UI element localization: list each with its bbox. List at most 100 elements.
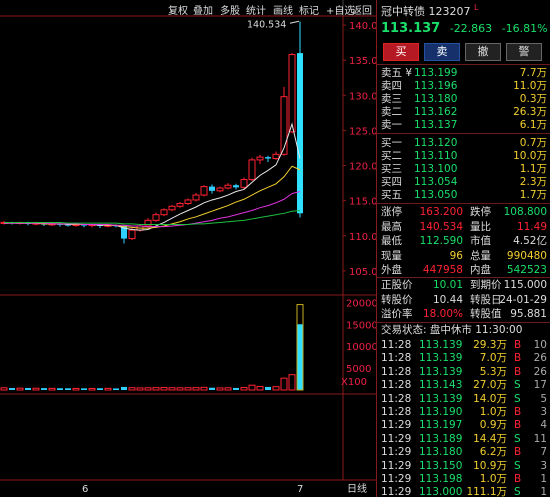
volume-bar	[104, 387, 112, 391]
volume-bar	[0, 387, 8, 391]
stat-label: 最高	[381, 220, 402, 233]
trade-direction: B	[514, 446, 522, 459]
volume-bar	[168, 387, 176, 391]
volume-bar	[265, 386, 271, 390]
high-marker-arrow	[289, 20, 300, 24]
price-alert-button[interactable]: 警	[506, 43, 542, 61]
volume-bar	[9, 388, 15, 390]
ask-level-label: 卖四	[381, 80, 402, 92]
trade-volume: 111.1万	[466, 486, 507, 497]
ask-level[interactable]: 卖五 ¥ 113.199 7.7万	[377, 67, 550, 80]
trade-volume: 0.9万	[479, 419, 507, 432]
stat-label: 正股价	[381, 279, 413, 291]
trade-count: 5	[540, 392, 547, 405]
ask-level[interactable]: 卖二 113.162 26.3万	[377, 106, 550, 119]
trade-price: 113.139	[419, 339, 463, 351]
candle-body	[128, 229, 136, 240]
toolbar-item[interactable]: 复权	[168, 2, 188, 17]
trade-direction: B	[514, 419, 522, 432]
ask-level-label: 卖三	[381, 93, 402, 105]
trade-time: 11:28	[381, 365, 412, 378]
trade-volume: 1.0万	[479, 406, 507, 418]
kline-chart-area[interactable]: 140.0 135.0 130.0 125.0 120.0 115.0 110.0 105.0…	[0, 0, 376, 497]
trade-price: 113.189	[419, 432, 463, 445]
stat-value: 95.881	[510, 308, 547, 320]
trade-price: 113.139	[419, 365, 463, 378]
bid-level[interactable]: 买三 113.100 1.1万	[377, 163, 550, 176]
volume-bar	[256, 385, 264, 391]
trade-direction: B	[514, 339, 522, 351]
high-marker-label: 140.534	[247, 19, 286, 30]
trade-volume: 10.9万	[473, 459, 507, 472]
bid-level[interactable]: 买一 113.120 0.7万	[377, 137, 550, 150]
volume-bar	[192, 387, 200, 391]
trade-time: 11:28	[381, 339, 412, 351]
stat-value: 10.01	[432, 279, 463, 291]
stat-item: 最高 140.534	[381, 221, 463, 234]
bid-level[interactable]: 买二 113.110 10.0万	[377, 150, 550, 163]
candle-body	[176, 202, 184, 207]
bid-price: 113.110	[414, 150, 458, 162]
trade-price: 113.197	[419, 419, 463, 432]
trade-direction: B	[514, 473, 522, 485]
candle-body	[272, 153, 280, 160]
candle-body	[192, 194, 200, 201]
trade-time: 11:29	[381, 419, 412, 432]
bid-volume: 0.7万	[519, 137, 547, 149]
candle-body	[160, 209, 168, 216]
volume-bar	[97, 388, 103, 390]
trade-volume: 5.3万	[479, 365, 507, 378]
volume-bar	[297, 324, 303, 390]
toolbar-item[interactable]: 标记	[299, 2, 319, 17]
cancel-order-button[interactable]: 撤	[465, 43, 501, 61]
trade-volume: 27.0万	[473, 379, 507, 392]
volume-bar	[216, 387, 224, 391]
kline-chart[interactable]: 140.0 135.0 130.0 125.0 120.0 115.0 110.0 105.0…	[0, 0, 376, 497]
volume-tick-label: 15000	[346, 320, 376, 331]
trade-count: 1	[540, 486, 547, 497]
trade-row: 11:29 113.189 14.4万 S 11	[377, 433, 550, 446]
price-change: -22.863	[449, 22, 493, 35]
x-tick-label: 6	[82, 484, 88, 495]
stat-value: 163.200	[419, 206, 463, 218]
ask-price: 113.180	[414, 93, 458, 105]
stat-value: 990480	[506, 249, 547, 262]
toolbar-item[interactable]: 画线	[273, 2, 293, 17]
bid-price: 113.120	[414, 137, 458, 149]
ask-level-label: 卖一	[381, 119, 402, 131]
trade-direction: S	[514, 379, 521, 392]
trade-price: 113.139	[419, 392, 463, 405]
bid-level[interactable]: 买四 113.054 2.3万	[377, 176, 550, 189]
toolbar-item[interactable]: 返回	[352, 2, 372, 17]
stat-value: 542523	[506, 264, 547, 276]
sell-button[interactable]: 卖	[424, 43, 460, 61]
ask-volume: 26.3万	[513, 106, 547, 118]
trade-time: 11:28	[381, 352, 412, 365]
bid-volume: 1.1万	[519, 163, 547, 175]
candle-body	[152, 214, 160, 221]
toolbar-item[interactable]: 统计	[246, 2, 266, 17]
volume-bar	[25, 387, 31, 390]
volume-bar	[32, 387, 40, 391]
y-tick-label: 125.0	[349, 126, 376, 137]
ask-level[interactable]: 卖三 113.180 0.3万	[377, 93, 550, 106]
toolbar-item[interactable]: 叠加	[193, 2, 213, 17]
trade-row: 11:28 113.139 7.0万 B 26	[377, 352, 550, 365]
candle-body	[297, 53, 303, 214]
buy-button[interactable]: 买	[383, 43, 419, 61]
volume-tick-label: 5000	[346, 364, 371, 375]
trade-direction: B	[514, 352, 522, 365]
bid-volume: 2.3万	[519, 176, 547, 188]
volume-bar	[72, 387, 80, 391]
stat-item: 外盘 447958	[381, 264, 463, 277]
bid-level[interactable]: 买五 113.050 1.7万	[377, 189, 550, 202]
trade-row: 11:28 113.190 1.0万 B 3	[377, 406, 550, 419]
ask-level[interactable]: 卖四 113.196 11.0万	[377, 80, 550, 93]
ask-volume: 6.1万	[519, 119, 547, 131]
toolbar-item[interactable]: +自选	[326, 2, 354, 17]
volume-bar	[57, 388, 63, 390]
trade-time: 11:29	[381, 473, 412, 485]
ask-level[interactable]: 卖一 113.137 6.1万	[377, 119, 550, 132]
toolbar-item[interactable]: 多股	[220, 2, 240, 17]
trade-time: 11:29	[381, 432, 412, 445]
